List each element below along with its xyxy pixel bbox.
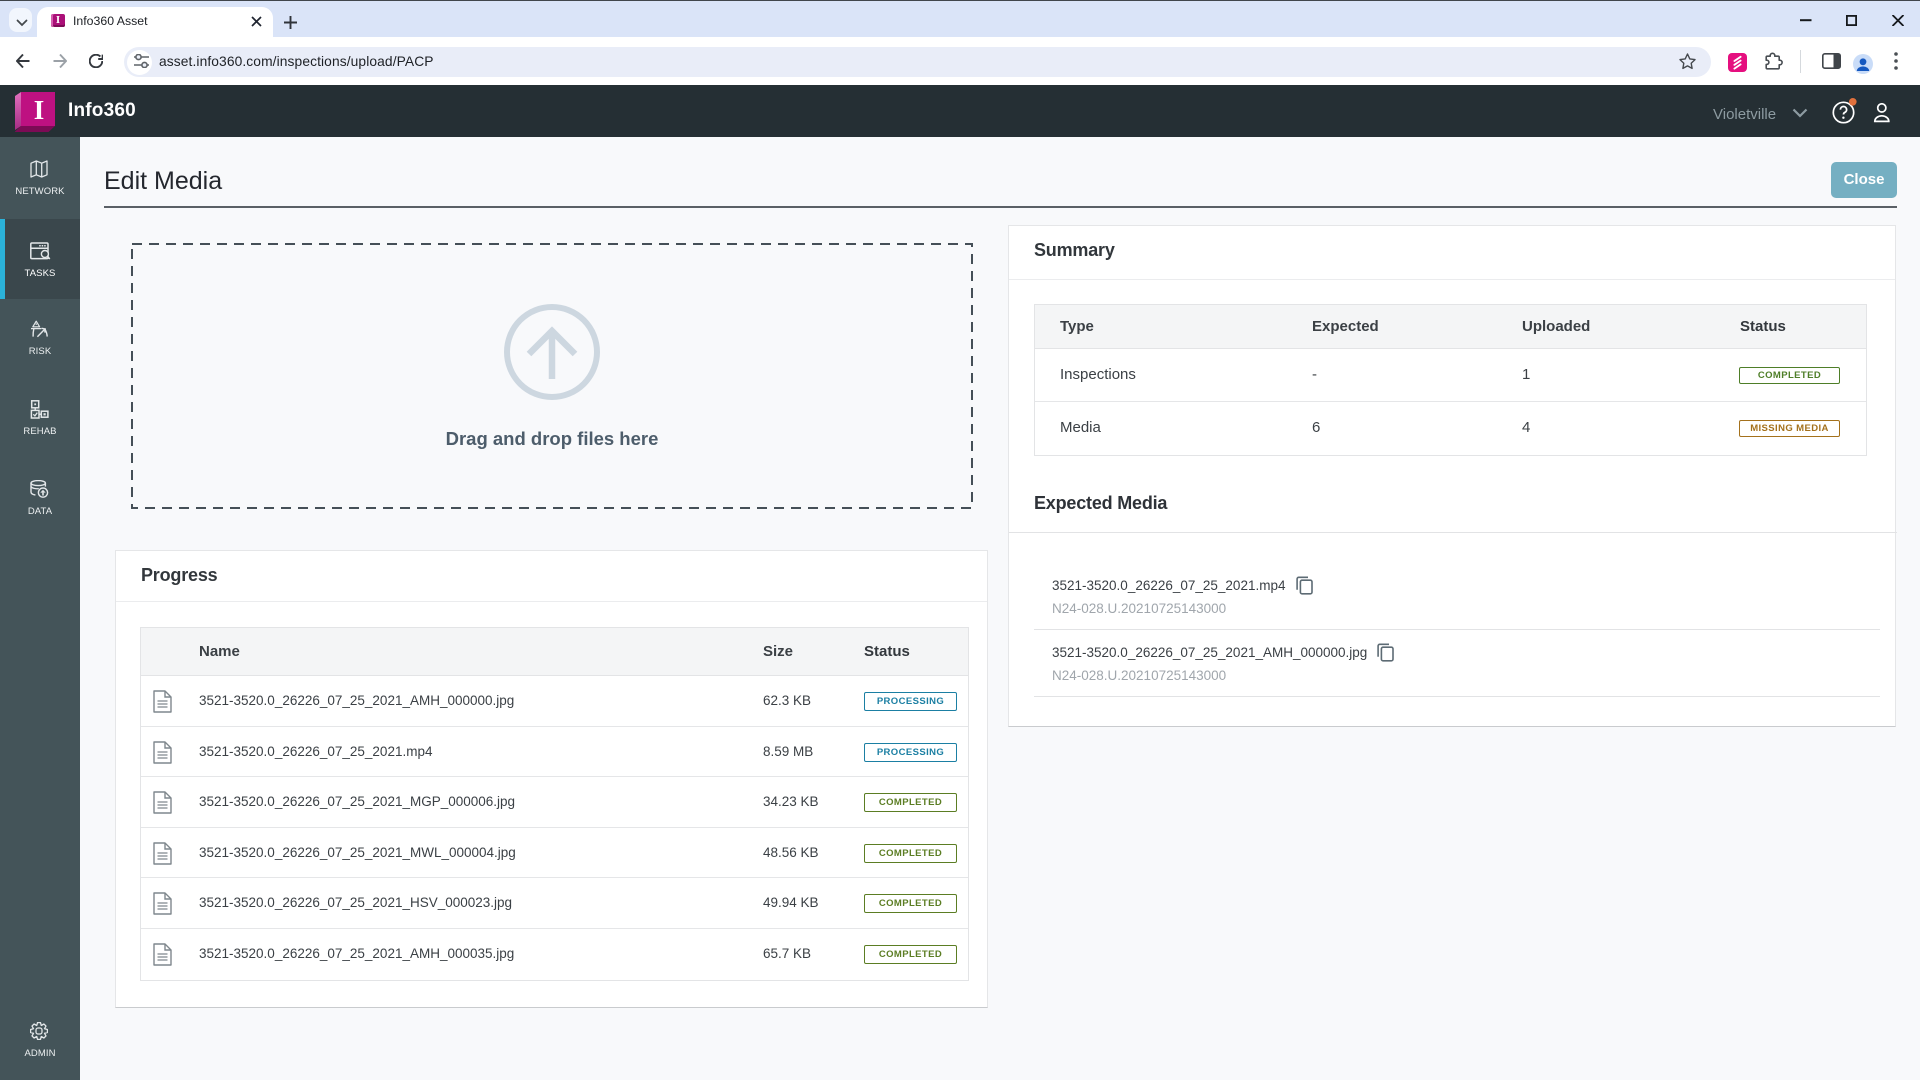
svg-text:I: I bbox=[34, 95, 45, 125]
